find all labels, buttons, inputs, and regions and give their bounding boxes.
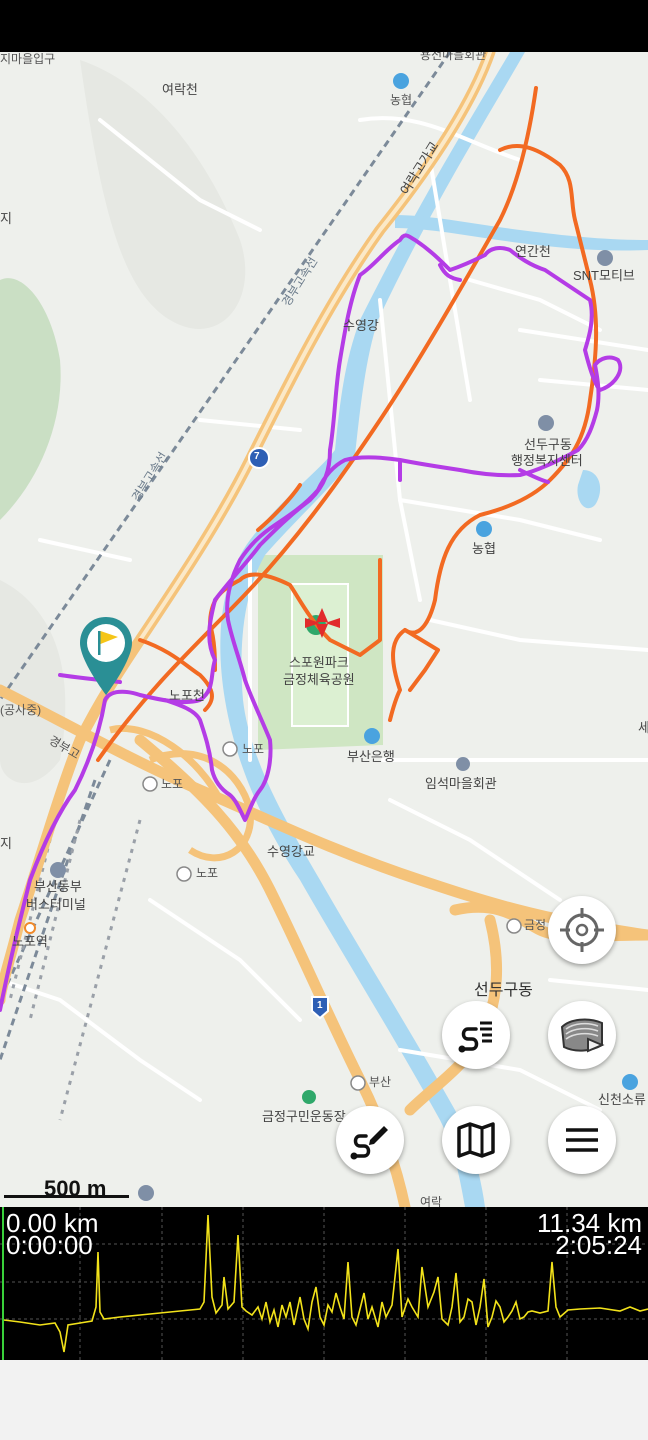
map-label: 지 [0, 836, 12, 851]
total-time: 2:05:24 [555, 1230, 642, 1260]
status-bar [0, 0, 648, 52]
map-label: 부산 [369, 1075, 392, 1089]
locate-button[interactable] [548, 896, 616, 964]
route-shield-label: 7 [254, 451, 260, 462]
map-label: 수영강 [343, 318, 379, 333]
map-label: 노포 [242, 742, 265, 756]
map-icon [457, 1122, 495, 1158]
map-label: 용전마을회관 [420, 52, 487, 62]
map-label: 지마을입구 [0, 52, 56, 66]
target-crosshair-icon [560, 908, 604, 952]
map-label: 부산은행 [347, 749, 395, 764]
map-label: 선두구동 [524, 437, 572, 452]
map-label: 노포 [161, 777, 184, 791]
map-label: 세 [638, 720, 648, 735]
map-label: 스포원파크 [289, 655, 349, 670]
menu-button[interactable] [548, 1106, 616, 1174]
map-label: 여락 [420, 1195, 443, 1207]
map-label: 금정체육공원 [283, 672, 355, 687]
scale-bar: 500 m [4, 1176, 134, 1201]
map-label: 부산동부 [34, 879, 82, 894]
map-label: 수영강교 [267, 844, 315, 859]
map-label: 노포 [196, 866, 219, 880]
map-label: 농협 [390, 93, 413, 107]
map-view[interactable]: 지마을입구 용전마을회관 여락천 농협 여락고가교 경부고속선 경부고속선 수영… [0, 52, 648, 1207]
scale-line [4, 1195, 129, 1198]
map-label: 여락천 [162, 82, 198, 97]
map-label: 선두구동 [474, 982, 533, 999]
elevation-profile[interactable]: 0.00 km 0:00:00 11.34 km 2:05:24 [0, 1207, 648, 1360]
map-label: 행정복지센터 [511, 453, 583, 468]
map-label: 노포천 [169, 688, 205, 703]
start-time: 0:00:00 [6, 1230, 93, 1260]
menu-icon [566, 1128, 598, 1152]
map-label: 신천소류 [598, 1092, 646, 1107]
route-shield-label: 1 [317, 1000, 323, 1011]
scale-label: 500 m [44, 1176, 107, 1201]
map-label: 농협 [472, 541, 496, 556]
map-label: 금정구민운동장 [262, 1109, 346, 1124]
map-label: 지 [0, 211, 12, 226]
map-button[interactable] [442, 1106, 510, 1174]
map-label: 노포역 [12, 934, 48, 949]
map-label: (공사중) [0, 703, 42, 717]
bottom-area [0, 1360, 648, 1440]
map-label: 연간천 [515, 244, 551, 259]
layers-button[interactable] [548, 1001, 616, 1069]
map-label: 버스터미널 [26, 897, 86, 912]
flag-marker-icon[interactable] [78, 617, 134, 695]
tracks-button[interactable] [442, 1001, 510, 1069]
route-edit-icon [350, 1126, 388, 1160]
route-edit-button[interactable] [336, 1106, 404, 1174]
map-label: 임석마을회관 [425, 776, 497, 791]
layers-icon [560, 1018, 605, 1053]
track-list-icon [458, 1021, 492, 1053]
map-label: 금정 [524, 918, 547, 932]
map-label: SNT모티브 [573, 268, 635, 283]
